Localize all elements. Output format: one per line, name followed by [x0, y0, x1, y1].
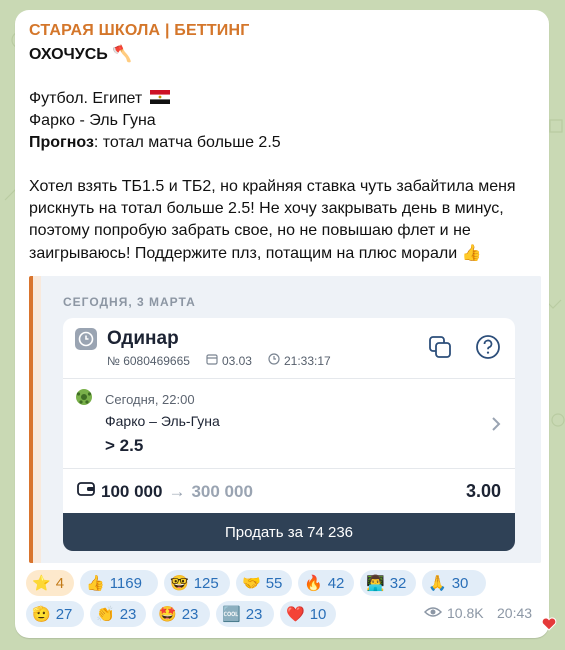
event-name: Фарко – Эль-Гуна	[105, 413, 220, 429]
heart-icon: ❤️	[286, 604, 305, 623]
post-time: 20:43	[497, 605, 533, 621]
reaction-handshake[interactable]: 🤝 55	[236, 570, 292, 596]
reaction-count: 23	[181, 605, 199, 623]
body-line-4-text: заигрываюсь! Поддержите плз, потащим на …	[29, 245, 458, 262]
bet-meta: № 6080469665 03.03 21:33:17	[107, 353, 331, 368]
headline-text: ОХОЧУСЬ	[29, 46, 108, 63]
forecast-line: Прогноз: тотал матча больше 2.5	[29, 132, 281, 154]
reaction-count: 42	[327, 574, 345, 592]
payout-amount: 300 000	[191, 481, 253, 501]
technologist-icon: 👨‍💻	[366, 573, 385, 592]
chevron-right-icon[interactable]	[491, 416, 501, 437]
reaction-star-struck[interactable]: 🤩 23	[152, 601, 210, 627]
thumbs-up-icon: 👍	[86, 573, 105, 592]
arrow-right-icon: →	[168, 481, 186, 501]
clapping-hands-icon: 👏	[96, 604, 115, 623]
eye-icon	[423, 605, 443, 621]
fire-icon: 🔥	[304, 573, 323, 592]
handshake-icon: 🤝	[242, 573, 261, 592]
football-icon	[75, 388, 93, 411]
bet-date: 03.03	[221, 353, 252, 368]
sell-button[interactable]: Продать за 74 236	[63, 513, 515, 551]
reaction-salute[interactable]: 🫡 27	[26, 601, 84, 627]
reaction-count: 23	[245, 605, 263, 623]
reaction-heart[interactable]: ❤️ 10	[280, 601, 336, 627]
reaction-clap[interactable]: 👏 23	[90, 601, 146, 627]
reaction-nerd[interactable]: 🤓 125	[164, 570, 230, 596]
post-headline: ОХОЧУСЬ 🪓	[29, 43, 132, 66]
reaction-cool[interactable]: 🆒 23	[216, 601, 274, 627]
reaction-fire[interactable]: 🔥 42	[298, 570, 354, 596]
reaction-count: 1169	[109, 574, 142, 592]
coefficient: 3.00	[465, 481, 501, 501]
reaction-count: 27	[55, 605, 73, 623]
thumbs-up-icon: 👍	[461, 243, 482, 262]
bet-selection: > 2.5	[105, 436, 144, 455]
message-bubble: СТАРАЯ ШКОЛА | БЕТТИНГ ОХОЧУСЬ 🪓 Футбол.…	[15, 10, 549, 638]
bet-number: № 6080469665	[107, 353, 190, 368]
body-line-2: рискнуть на тотал больше 2.5! Не хочу за…	[29, 200, 504, 217]
body-line-4: заигрываюсь! Поддержите плз, потащим на …	[29, 242, 482, 265]
bet-card: Одинар № 6080469665 03.03 21:33:17 Сегод…	[63, 318, 515, 551]
reaction-count: 32	[389, 574, 407, 592]
reaction-technologist[interactable]: 👨‍💻 32	[360, 570, 416, 596]
time-icon	[268, 353, 280, 368]
forecast-value: : тотал матча больше 2.5	[93, 134, 281, 151]
reaction-count: 125	[193, 574, 219, 592]
nerd-face-icon: 🤓	[170, 573, 189, 592]
egypt-flag-icon	[149, 89, 170, 104]
match-line: Фарко - Эль Гуна	[29, 112, 156, 129]
bet-type: Одинар	[107, 328, 179, 349]
copy-icon[interactable]	[427, 334, 453, 360]
heart-icon[interactable]	[541, 617, 557, 634]
reaction-count: 55	[265, 574, 283, 592]
reaction-star[interactable]: ⭐ 4	[26, 570, 74, 596]
star-struck-icon: 🤩	[158, 604, 177, 623]
calendar-icon	[206, 353, 218, 368]
bet-amounts: 100 000 → 300 000	[77, 481, 253, 502]
wallet-icon	[77, 481, 95, 502]
sport-text: Футбол. Египет	[29, 90, 143, 107]
bet-screenshot-inner: СЕГОДНЯ, 3 МАРТА Одинар № 6080469665 03.…	[41, 276, 541, 563]
stake-amount: 100 000	[101, 481, 163, 501]
event-time: Сегодня, 22:00	[105, 392, 195, 407]
bet-time: 21:33:17	[283, 353, 331, 368]
sport-line: Футбол. Египет	[29, 88, 170, 110]
star-icon: ⭐	[32, 573, 51, 592]
view-count: 10.8K	[423, 605, 484, 621]
channel-name[interactable]: СТАРАЯ ШКОЛА | БЕТТИНГ	[29, 22, 250, 40]
reaction-count: 4	[55, 574, 65, 592]
cool-icon: 🆒	[222, 604, 241, 623]
axe-icon: 🪓	[112, 44, 133, 63]
body-line-1: Хотел взять ТБ1.5 и ТБ2, но крайняя став…	[29, 178, 516, 195]
bet-screenshot[interactable]: СЕГОДНЯ, 3 МАРТА Одинар № 6080469665 03.…	[29, 276, 541, 563]
bet-date-label: СЕГОДНЯ, 3 МАРТА	[63, 295, 196, 309]
help-icon[interactable]	[475, 334, 501, 360]
reaction-count: 10	[309, 605, 327, 623]
reaction-thumbs-up[interactable]: 👍 1169	[80, 570, 158, 596]
views-text: 10.8K	[447, 605, 484, 621]
salute-icon: 🫡	[32, 604, 51, 623]
reaction-pray[interactable]: 🙏 30	[422, 570, 486, 596]
clock-icon	[75, 328, 97, 350]
card-divider-bottom	[63, 468, 515, 469]
folded-hands-icon: 🙏	[428, 573, 447, 592]
reaction-count: 30	[451, 574, 469, 592]
reaction-count: 23	[119, 605, 137, 623]
body-line-3: поэтому попробую забрать свое, но не пов…	[29, 222, 471, 239]
forecast-label: Прогноз	[29, 134, 94, 151]
card-divider-top	[63, 378, 515, 379]
